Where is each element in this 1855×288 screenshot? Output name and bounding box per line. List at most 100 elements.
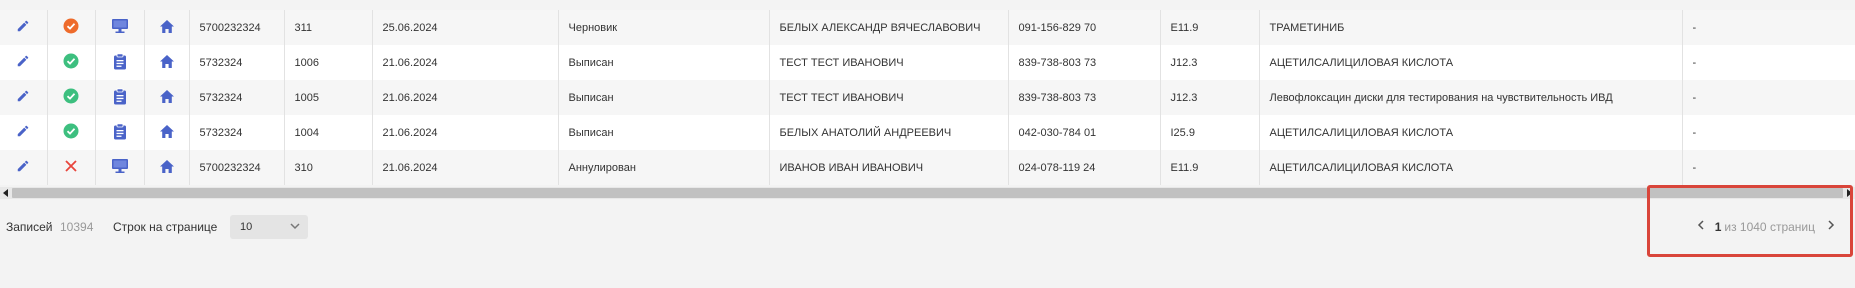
rows-per-page-label: Строк на странице — [113, 220, 218, 234]
pencil-cell[interactable] — [0, 10, 48, 45]
clipboard-icon — [113, 52, 127, 73]
pencil-icon[interactable] — [16, 89, 30, 106]
home-icon — [159, 159, 175, 177]
green-check-circle-icon — [63, 123, 79, 142]
home-cell — [144, 10, 190, 45]
table-row[interactable]: 5700232324 310 21.06.2024 Аннулирован ИВАНОВ… — [0, 150, 1855, 185]
table-footer: Записей 10394 Строк на странице 10 1 из … — [0, 212, 1855, 242]
records-count: 10394 — [60, 220, 94, 234]
monitor-cell — [95, 10, 145, 45]
cell-date: 25.06.2024 — [372, 10, 559, 45]
cell-status-text: Выписан — [558, 115, 770, 150]
red-x-cell — [47, 150, 96, 185]
cell-id: 5700232324 — [189, 150, 285, 185]
cell-number: 1006 — [284, 45, 373, 80]
clipboard-icon — [113, 122, 127, 143]
cell-snils: 839-738-803 73 — [1008, 80, 1161, 115]
cell-diagnosis: E11.9 — [1160, 150, 1260, 185]
cell-extra: - — [1682, 115, 1855, 150]
cell-snils: 839-738-803 73 — [1008, 45, 1161, 80]
home-icon — [159, 19, 175, 37]
cell-date: 21.06.2024 — [372, 80, 559, 115]
pencil-cell[interactable] — [0, 45, 48, 80]
green-check-circle-icon — [63, 53, 79, 72]
cell-diagnosis: J12.3 — [1160, 80, 1260, 115]
red-x-icon — [64, 159, 78, 176]
green-check-circle-cell — [47, 115, 96, 150]
scroll-left-arrow-icon[interactable] — [0, 187, 12, 199]
cell-snils: 042-030-784 01 — [1008, 115, 1161, 150]
records-label: Записей — [6, 220, 53, 234]
pencil-cell[interactable] — [0, 115, 48, 150]
cell-extra: - — [1682, 45, 1855, 80]
cell-patient: ИВАНОВ ИВАН ИВАНОВИЧ — [769, 150, 1009, 185]
cell-id: 5732324 — [189, 115, 285, 150]
table-row[interactable]: 5732324 1006 21.06.2024 Выписан ТЕСТ ТЕСТ ИВ… — [0, 45, 1855, 80]
cell-number: 311 — [284, 10, 373, 45]
cell-extra: - — [1682, 10, 1855, 45]
green-check-circle-cell — [47, 45, 96, 80]
pencil-icon[interactable] — [16, 124, 30, 141]
home-icon — [159, 89, 175, 107]
cell-patient: БЕЛЫХ АНАТОЛИЙ АНДРЕЕВИЧ — [769, 115, 1009, 150]
cell-status-text: Выписан — [558, 45, 770, 80]
chevron-down-icon — [290, 220, 300, 235]
scrollbar-thumb[interactable] — [12, 188, 1843, 198]
prescriptions-table: 5700232324 311 25.06.2024 Черновик БЕЛЫХ АЛЕ… — [0, 10, 1855, 185]
cell-id: 5700232324 — [189, 10, 285, 45]
rows-per-page-select[interactable]: 10 — [230, 215, 308, 239]
cell-drug: АЦЕТИЛСАЛИЦИЛОВАЯ КИСЛОТА — [1259, 115, 1683, 150]
prescriptions-table-container: 5700232324 311 25.06.2024 Черновик БЕЛЫХ АЛЕ… — [0, 10, 1855, 185]
cell-patient: ТЕСТ ТЕСТ ИВАНОВИЧ — [769, 80, 1009, 115]
cell-extra: - — [1682, 150, 1855, 185]
cell-drug: Левофлоксацин диски для тестирования на … — [1259, 80, 1683, 115]
cell-drug: АЦЕТИЛСАЛИЦИЛОВАЯ КИСЛОТА — [1259, 150, 1683, 185]
cell-status-text: Аннулирован — [558, 150, 770, 185]
home-cell — [144, 80, 190, 115]
monitor-icon — [111, 158, 129, 177]
cell-patient: БЕЛЫХ АЛЕКСАНДР ВЯЧЕСЛАВОВИЧ — [769, 10, 1009, 45]
home-cell — [144, 45, 190, 80]
home-cell — [144, 150, 190, 185]
home-icon — [159, 54, 175, 72]
pencil-icon[interactable] — [16, 19, 30, 36]
cell-diagnosis: J12.3 — [1160, 45, 1260, 80]
cell-patient: ТЕСТ ТЕСТ ИВАНОВИЧ — [769, 45, 1009, 80]
clipboard-cell — [95, 115, 145, 150]
cell-id: 5732324 — [189, 45, 285, 80]
cell-snils: 091-156-829 70 — [1008, 10, 1161, 45]
monitor-cell — [95, 150, 145, 185]
horizontal-scrollbar[interactable] — [0, 187, 1855, 199]
home-cell — [144, 115, 190, 150]
cell-status-text: Черновик — [558, 10, 770, 45]
monitor-icon — [111, 18, 129, 37]
pencil-icon[interactable] — [16, 159, 30, 176]
clipboard-icon — [113, 87, 127, 108]
green-check-circle-icon — [63, 88, 79, 107]
cell-date: 21.06.2024 — [372, 45, 559, 80]
cell-status-text: Выписан — [558, 80, 770, 115]
cell-drug: АЦЕТИЛСАЛИЦИЛОВАЯ КИСЛОТА — [1259, 45, 1683, 80]
table-row[interactable]: 5732324 1004 21.06.2024 Выписан БЕЛЫХ АНАТОЛ… — [0, 115, 1855, 150]
home-icon — [159, 124, 175, 142]
clipboard-cell — [95, 80, 145, 115]
cell-number: 1004 — [284, 115, 373, 150]
cell-date: 21.06.2024 — [372, 115, 559, 150]
cell-diagnosis: I25.9 — [1160, 115, 1260, 150]
rows-per-page-value: 10 — [240, 221, 253, 233]
cell-extra: - — [1682, 80, 1855, 115]
pagination-highlight-box — [1647, 185, 1853, 257]
cell-diagnosis: E11.9 — [1160, 10, 1260, 45]
pencil-cell[interactable] — [0, 80, 48, 115]
cell-number: 310 — [284, 150, 373, 185]
clipboard-cell — [95, 45, 145, 80]
cell-snils: 024-078-119 24 — [1008, 150, 1161, 185]
pencil-icon[interactable] — [16, 54, 30, 71]
cell-drug: ТРАМЕТИНИБ — [1259, 10, 1683, 45]
table-row[interactable]: 5732324 1005 21.06.2024 Выписан ТЕСТ ТЕСТ ИВ… — [0, 80, 1855, 115]
orange-check-circle-icon — [63, 18, 79, 37]
pencil-cell[interactable] — [0, 150, 48, 185]
cell-id: 5732324 — [189, 80, 285, 115]
cell-date: 21.06.2024 — [372, 150, 559, 185]
table-row[interactable]: 5700232324 311 25.06.2024 Черновик БЕЛЫХ АЛЕ… — [0, 10, 1855, 45]
